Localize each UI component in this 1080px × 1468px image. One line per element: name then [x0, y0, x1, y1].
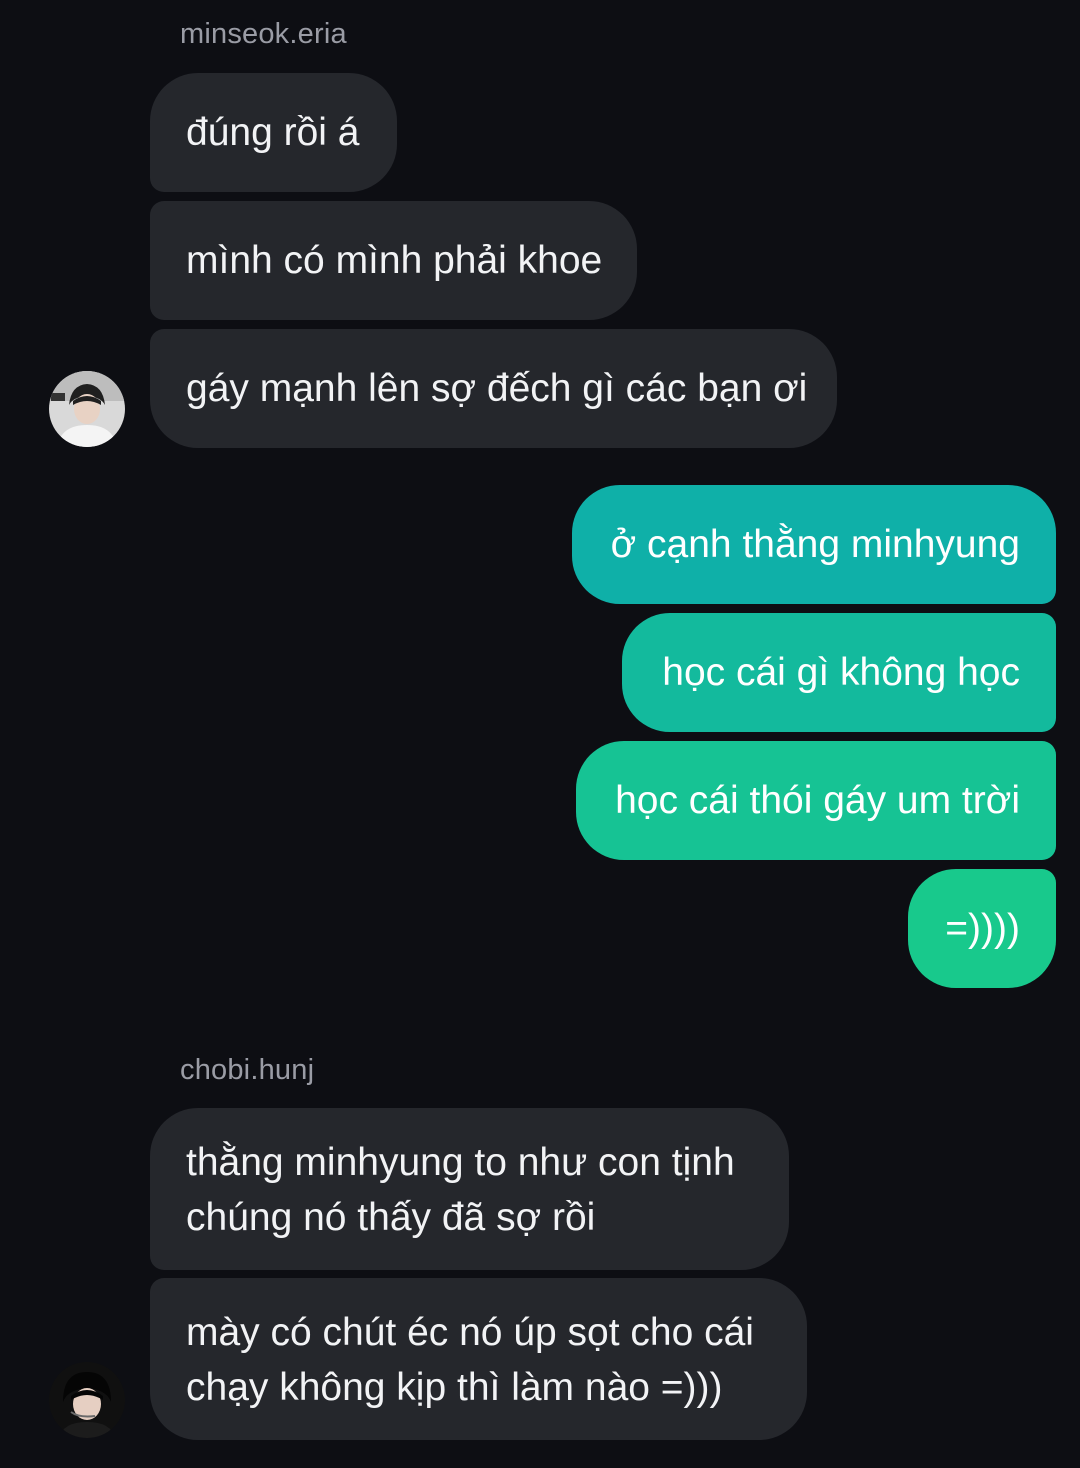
message-text: ở cạnh thằng minhyung: [610, 523, 1020, 566]
message-text: gáy mạnh lên sợ đếch gì các bạn ơi: [186, 367, 808, 410]
message-bubble-outgoing[interactable]: ở cạnh thằng minhyung: [572, 485, 1056, 604]
user-avatar-chobi[interactable]: [49, 1362, 125, 1438]
sender-name-chobi[interactable]: chobi.hunj: [180, 1054, 314, 1087]
message-text: thằng minhyung to như con tịnh chúng nó …: [186, 1141, 735, 1239]
message-text: đúng rồi á: [186, 111, 360, 154]
message-text: mình có mình phải khoe: [186, 239, 603, 282]
message-bubble-outgoing[interactable]: =)))): [908, 869, 1056, 988]
message-text: học cái thói gáy um trời: [615, 779, 1020, 822]
message-bubble-incoming[interactable]: đúng rồi á: [150, 73, 397, 192]
message-bubble-outgoing[interactable]: học cái gì không học: [622, 613, 1056, 732]
user-avatar-minseok[interactable]: [49, 371, 125, 447]
sender-name-minseok[interactable]: minseok.eria: [180, 18, 347, 51]
chat-screen: minseok.eria đúng rồi á mình có mình phả…: [0, 0, 1080, 1468]
message-bubble-incoming[interactable]: mình có mình phải khoe: [150, 201, 637, 320]
avatar-image: [49, 371, 125, 447]
message-text: học cái gì không học: [662, 651, 1020, 694]
message-bubble-incoming[interactable]: thằng minhyung to như con tịnh chúng nó …: [150, 1108, 789, 1270]
message-bubble-incoming[interactable]: mày có chút éc nó úp sọt cho cái chạy kh…: [150, 1278, 807, 1440]
message-bubble-outgoing[interactable]: học cái thói gáy um trời: [576, 741, 1056, 860]
avatar-image: [49, 1362, 125, 1438]
message-text: =)))): [945, 907, 1020, 950]
message-bubble-incoming[interactable]: gáy mạnh lên sợ đếch gì các bạn ơi: [150, 329, 837, 448]
message-text: mày có chút éc nó úp sọt cho cái chạy kh…: [186, 1311, 754, 1409]
